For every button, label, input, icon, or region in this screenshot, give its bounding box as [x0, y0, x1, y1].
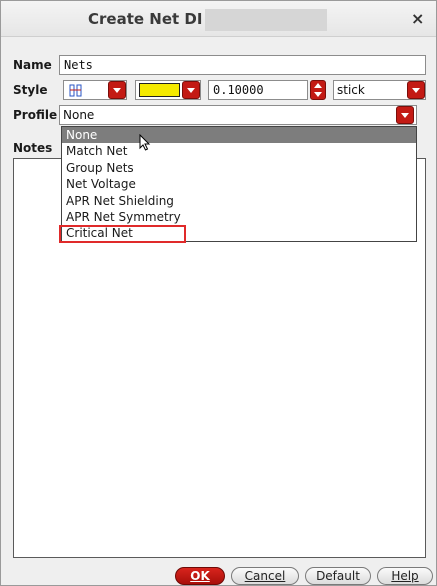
color-swatch	[139, 83, 180, 97]
net-style-icon	[69, 84, 82, 97]
help-button[interactable]: Help	[377, 567, 433, 585]
profile-select[interactable]: None	[59, 105, 417, 125]
title-redacted-area	[205, 9, 327, 31]
ok-button[interactable]: OK	[175, 567, 225, 585]
profile-option-group-nets[interactable]: Group Nets	[62, 160, 416, 176]
line-type-select[interactable]: stick	[333, 80, 426, 100]
profile-label: Profile	[13, 108, 58, 122]
profile-option-net-voltage[interactable]: Net Voltage	[62, 176, 416, 192]
color-dropdown-icon[interactable]	[182, 81, 200, 99]
line-type-value: stick	[337, 83, 365, 97]
notes-label: Notes	[13, 141, 53, 155]
net-style-selector[interactable]	[63, 80, 127, 100]
profile-option-none[interactable]: None	[62, 127, 416, 143]
ok-button-label: OK	[190, 569, 210, 583]
profile-option-match-net[interactable]: Match Net	[62, 143, 416, 159]
name-label: Name	[13, 58, 52, 72]
help-button-label: Help	[391, 569, 419, 583]
width-value: 0.10000	[213, 83, 264, 97]
title-bar: Create Net DI - ×	[1, 1, 436, 37]
name-input-value: Nets	[64, 58, 93, 72]
default-button[interactable]: Default	[305, 567, 371, 585]
name-input[interactable]: Nets	[59, 55, 426, 75]
cancel-button[interactable]: Cancel	[231, 567, 299, 585]
color-selector[interactable]	[135, 80, 201, 100]
spin-up-icon[interactable]	[314, 83, 322, 88]
default-button-label: Default	[316, 569, 360, 583]
profile-option-apr-net-symmetry[interactable]: APR Net Symmetry	[62, 209, 416, 225]
dialog-title: Create Net DI -	[88, 10, 214, 28]
width-spinner[interactable]	[310, 80, 326, 100]
close-icon[interactable]: ×	[411, 9, 424, 28]
style-label: Style	[13, 83, 48, 97]
spin-down-icon[interactable]	[314, 92, 322, 97]
profile-value: None	[63, 108, 95, 122]
mouse-cursor-icon	[139, 134, 151, 151]
net-style-dropdown-icon[interactable]	[108, 81, 126, 99]
profile-option-apr-net-shielding[interactable]: APR Net Shielding	[62, 193, 416, 209]
cancel-button-label: Cancel	[244, 569, 286, 583]
line-type-dropdown-icon[interactable]	[407, 81, 425, 99]
profile-dropdown-icon[interactable]	[396, 106, 414, 124]
create-net-dialog: Create Net DI - × Name Nets Style 0.1000…	[0, 0, 437, 586]
critical-net-highlight	[59, 225, 186, 243]
width-input[interactable]: 0.10000	[208, 80, 308, 100]
